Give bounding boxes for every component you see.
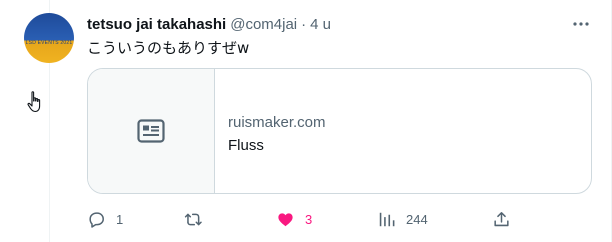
- tweet-text: こういうのもありすぜw: [87, 39, 250, 57]
- card-title: Fluss: [228, 137, 264, 154]
- analytics-icon: [379, 212, 395, 226]
- views-count: 244: [406, 211, 428, 227]
- like-count: 3: [305, 211, 313, 227]
- card-media: [88, 69, 215, 193]
- avatar[interactable]: LSD EVENTS 2021: [24, 13, 74, 63]
- retweet-button[interactable]: [184, 207, 213, 231]
- article-icon: [137, 119, 165, 143]
- reply-count: 1: [116, 211, 124, 227]
- views-button[interactable]: 244: [377, 207, 428, 231]
- author-handle[interactable]: @com4jai: [230, 16, 297, 33]
- heart-icon: [278, 212, 293, 226]
- hand-cursor-icon: [27, 90, 45, 114]
- card-domain: ruismaker.com: [228, 114, 326, 131]
- more-options-icon[interactable]: [571, 14, 591, 34]
- retweet-icon: [184, 213, 202, 225]
- tweet-time[interactable]: 4 u: [310, 16, 331, 33]
- share-button[interactable]: [492, 207, 511, 231]
- card-info: ruismaker.com Fluss: [215, 69, 326, 193]
- separator-dot: ·: [301, 15, 307, 33]
- reply-button[interactable]: 1: [87, 207, 123, 231]
- tweet-actions: 1 3 244: [87, 207, 509, 231]
- like-button[interactable]: 3: [276, 207, 312, 231]
- avatar-text: LSD EVENTS 2021: [25, 40, 73, 46]
- tweet-header: tetsuo jai takahashi @com4jai · 4 u: [87, 14, 331, 34]
- author-name[interactable]: tetsuo jai takahashi: [87, 16, 226, 33]
- tweet-page: LSD EVENTS 2021 tetsuo jai takahashi @co…: [0, 0, 612, 242]
- link-card[interactable]: ruismaker.com Fluss: [87, 68, 592, 194]
- reply-icon: [89, 211, 104, 228]
- share-icon: [494, 211, 509, 226]
